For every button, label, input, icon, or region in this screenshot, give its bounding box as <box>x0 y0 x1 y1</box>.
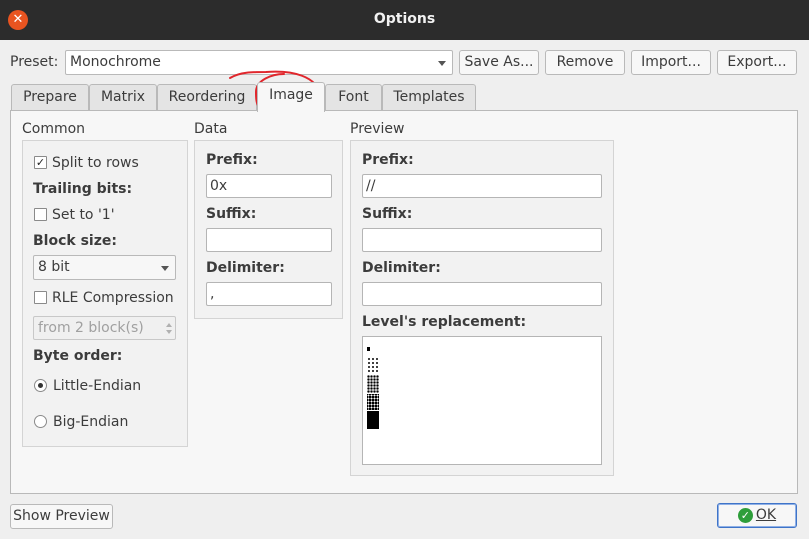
tab-matrix[interactable]: Matrix <box>89 84 157 110</box>
tab-templates[interactable]: Templates <box>382 84 476 110</box>
preview-suffix-input[interactable] <box>362 228 602 252</box>
check-circle-icon: ✓ <box>737 508 753 523</box>
level-4-glyph <box>367 411 379 429</box>
save-as-button[interactable]: Save As... <box>459 50 539 75</box>
level-3-glyph <box>367 394 379 410</box>
set-to-one-checkbox[interactable] <box>34 208 47 221</box>
import-button[interactable]: Import... <box>631 50 711 75</box>
big-endian-radio[interactable] <box>34 415 47 428</box>
level-1-glyph <box>367 357 379 373</box>
ok-button[interactable]: ✓ OK <box>717 503 797 528</box>
preview-prefix-label: Prefix: <box>362 152 414 168</box>
data-suffix-input[interactable] <box>206 228 332 252</box>
chevron-down-icon <box>161 266 169 271</box>
preview-suffix-label: Suffix: <box>362 206 413 222</box>
split-to-rows-checkbox[interactable]: ✓ <box>34 156 47 169</box>
byte-order-label: Byte order: <box>33 348 123 364</box>
common-group-title: Common <box>22 121 86 137</box>
data-prefix-label: Prefix: <box>206 152 258 168</box>
rle-compression-label: RLE Compression <box>52 290 174 306</box>
data-prefix-input[interactable]: 0x <box>206 174 332 198</box>
ok-label: OK <box>755 507 777 523</box>
little-endian-radio[interactable] <box>34 379 47 392</box>
trailing-bits-label: Trailing bits: <box>33 181 133 197</box>
remove-button[interactable]: Remove <box>545 50 625 75</box>
big-endian-label: Big-Endian <box>53 414 129 430</box>
levels-replacement-label: Level's replacement: <box>362 314 527 330</box>
title-bar: ✕ Options <box>0 0 809 40</box>
spin-up-icon <box>166 323 172 327</box>
rle-block-value: from 2 block(s) <box>38 320 144 336</box>
rle-block-spinbox[interactable]: from 2 block(s) <box>33 316 176 340</box>
spin-down-icon <box>166 330 172 334</box>
level-2-glyph <box>367 375 379 393</box>
rle-compression-checkbox[interactable] <box>34 291 47 304</box>
split-to-rows-label: Split to rows <box>52 155 139 171</box>
level-0-glyph <box>367 347 370 351</box>
block-size-label: Block size: <box>33 233 117 249</box>
tab-image[interactable]: Image <box>257 82 325 112</box>
levels-replacement-textarea[interactable] <box>362 336 602 465</box>
data-group-title: Data <box>194 121 228 137</box>
preview-delimiter-input[interactable] <box>362 282 602 306</box>
data-delimiter-input[interactable]: , <box>206 282 332 306</box>
data-delimiter-label: Delimiter: <box>206 260 285 276</box>
preset-value: Monochrome <box>70 54 161 70</box>
block-size-select[interactable]: 8 bit <box>33 255 176 280</box>
chevron-down-icon <box>438 61 446 66</box>
set-to-one-label: Set to '1' <box>52 207 115 223</box>
export-button[interactable]: Export... <box>717 50 797 75</box>
preview-delimiter-label: Delimiter: <box>362 260 441 276</box>
preview-prefix-input[interactable]: // <box>362 174 602 198</box>
tab-prepare[interactable]: Prepare <box>11 84 89 110</box>
data-suffix-label: Suffix: <box>206 206 257 222</box>
preset-label: Preset: <box>10 54 59 70</box>
tab-font[interactable]: Font <box>325 84 382 110</box>
little-endian-label: Little-Endian <box>53 378 142 394</box>
show-preview-button[interactable]: Show Preview <box>10 504 113 529</box>
preview-group-title: Preview <box>350 121 405 137</box>
block-size-value: 8 bit <box>38 259 70 275</box>
window-title: Options <box>373 11 436 27</box>
